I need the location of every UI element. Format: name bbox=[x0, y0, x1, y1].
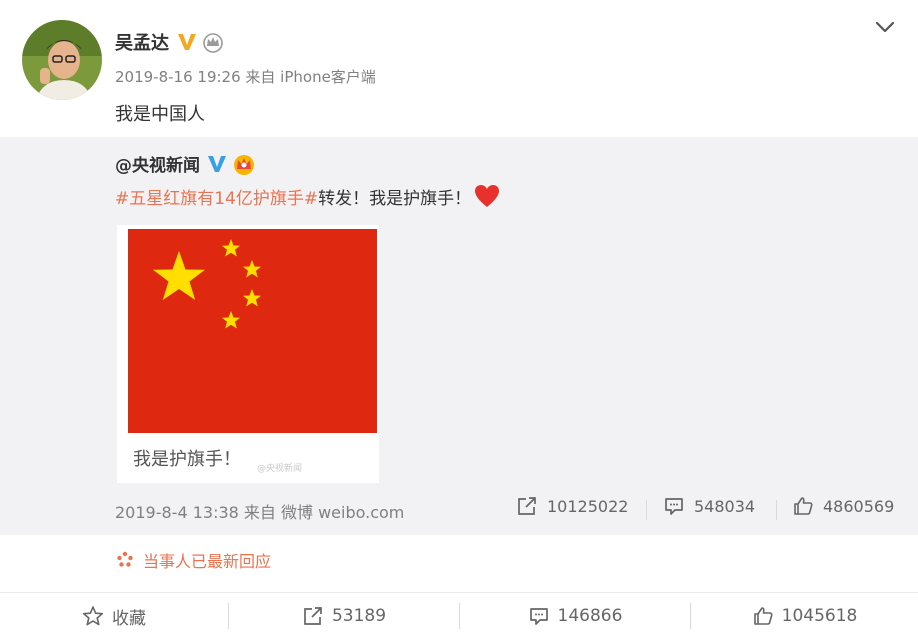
repost-timestamp[interactable]: 2019-8-4 13:38 bbox=[115, 503, 239, 522]
update-notice[interactable]: 当事人已最新回应 bbox=[115, 548, 271, 572]
repost-like-count: 4860569 bbox=[823, 496, 895, 516]
repost-button[interactable]: 53189 bbox=[229, 593, 459, 638]
post-source: 来自 iPhone客户端 bbox=[245, 68, 376, 86]
verified-v-icon[interactable] bbox=[206, 153, 228, 175]
repost-source: 来自 微博 weibo.com bbox=[243, 503, 405, 522]
crown-icon[interactable] bbox=[202, 31, 224, 53]
crown-icon[interactable] bbox=[231, 152, 257, 176]
author-name[interactable]: 吴孟达 bbox=[115, 29, 169, 55]
spark-icon bbox=[117, 551, 133, 567]
post-text: 我是中国人 bbox=[115, 104, 205, 125]
avatar[interactable] bbox=[22, 20, 102, 100]
repost-image[interactable]: 我是护旗手！ @央视新闻 bbox=[117, 225, 379, 483]
repost-actions: 10125022 548034 4860569 bbox=[505, 495, 905, 525]
divider bbox=[646, 500, 647, 520]
repost-author-line: @央视新闻 bbox=[115, 151, 257, 176]
like-icon bbox=[753, 607, 773, 625]
star-icon bbox=[82, 606, 104, 626]
repost-hashtag[interactable]: #五星红旗有14亿护旗手# bbox=[115, 184, 318, 209]
author-line: 吴孟达 bbox=[115, 29, 224, 55]
repost-text: 转发！我是护旗手！ bbox=[318, 188, 472, 209]
repost-comment-count: 548034 bbox=[694, 496, 756, 516]
repost-repost-count: 10125022 bbox=[547, 496, 629, 516]
repost-like-button[interactable]: 4860569 bbox=[792, 495, 894, 517]
repost-count: 53189 bbox=[331, 606, 387, 626]
verified-v-icon[interactable] bbox=[176, 31, 198, 53]
like-icon bbox=[794, 497, 813, 515]
repost-icon bbox=[518, 497, 536, 515]
repost-meta: 2019-8-4 13:38 来自 微博 weibo.com bbox=[115, 499, 404, 523]
chevron-down-icon[interactable] bbox=[874, 16, 896, 38]
repost-box: @央视新闻 #五星红旗有14亿护旗手# 转发！我是护旗手！ 我是护旗手！ @央视… bbox=[0, 137, 918, 535]
repost-author-name[interactable]: @央视新闻 bbox=[115, 151, 200, 176]
update-notice-text: 当事人已最新回应 bbox=[143, 552, 272, 571]
repost-comment-button[interactable]: 548034 bbox=[663, 495, 755, 517]
china-flag-image bbox=[128, 229, 377, 433]
repost-text-line: #五星红旗有14亿护旗手# 转发！我是护旗手！ bbox=[115, 183, 501, 209]
image-caption: 我是护旗手！ bbox=[133, 449, 241, 470]
repost-icon bbox=[304, 607, 322, 625]
divider bbox=[776, 500, 777, 520]
comment-icon bbox=[529, 608, 548, 625]
post-meta: 2019-8-16 19:26 来自 iPhone客户端 bbox=[115, 66, 376, 87]
comment-count: 146866 bbox=[557, 606, 623, 626]
comment-icon bbox=[665, 498, 683, 515]
favorite-label: 收藏 bbox=[112, 608, 146, 629]
like-button[interactable]: 1045618 bbox=[691, 593, 918, 638]
image-watermark: @央视新闻 bbox=[257, 464, 303, 474]
bottom-action-bar: 收藏 53189 146866 1045618 bbox=[0, 592, 918, 638]
repost-repost-button[interactable]: 10125022 bbox=[516, 495, 628, 517]
comment-button[interactable]: 146866 bbox=[460, 593, 690, 638]
post-timestamp[interactable]: 2019-8-16 19:26 bbox=[115, 68, 241, 86]
heart-icon bbox=[475, 185, 500, 207]
like-count: 1045618 bbox=[781, 606, 858, 626]
favorite-button[interactable]: 收藏 bbox=[0, 593, 228, 638]
weibo-post-card: 吴孟达 2019-8-16 19:26 来自 iPhone客户端 我是中国人 @… bbox=[0, 0, 918, 638]
